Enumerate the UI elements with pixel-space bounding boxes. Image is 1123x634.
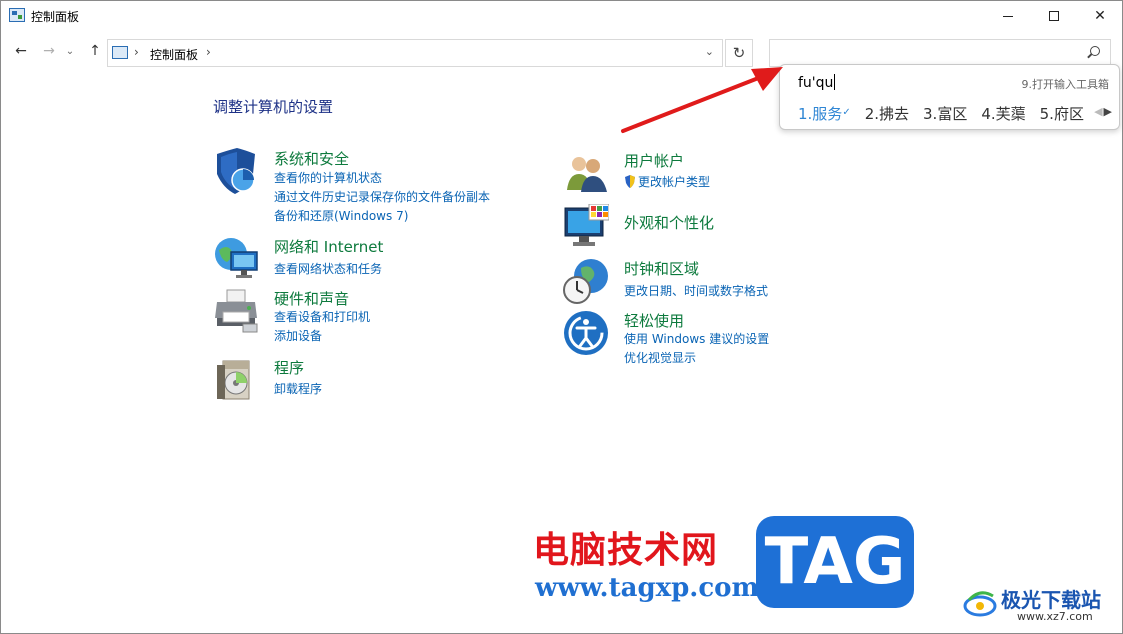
breadcrumb-control-panel[interactable]: 控制面板	[150, 46, 198, 63]
category-programs: 程序 卸载程序	[213, 357, 543, 403]
ime-candidate[interactable]: 4.芙蕖	[981, 103, 1025, 124]
site-url: www.xz7.com	[1017, 610, 1093, 623]
category-link[interactable]: 使用 Windows 建议的设置	[624, 330, 769, 347]
control-panel-icon	[9, 8, 25, 22]
category-link[interactable]: 通过文件历史记录保存你的文件备份副本	[274, 188, 490, 205]
search-icon[interactable]	[1090, 46, 1100, 56]
watermark-text: 电脑技术网	[533, 530, 719, 571]
ime-toolbox-hint[interactable]: 9.打开输入工具箱	[1022, 76, 1110, 92]
forward-button[interactable]: →	[39, 41, 59, 61]
ime-candidate[interactable]: 3.富区	[923, 103, 967, 124]
maximize-icon	[1049, 11, 1059, 21]
title-bar: 控制面板 ✕	[1, 1, 1122, 31]
watermark-tag-logo: TAG	[756, 516, 914, 608]
minimize-button[interactable]	[985, 1, 1031, 31]
printer-icon[interactable]	[213, 288, 259, 334]
category-title[interactable]: 程序	[274, 357, 304, 378]
category-link[interactable]: 查看设备和打印机	[274, 308, 370, 325]
page-title: 调整计算机的设置	[213, 98, 334, 116]
ime-candidate[interactable]: 2.拂去	[865, 103, 909, 124]
minimize-icon	[1003, 15, 1013, 17]
category-link[interactable]: 查看你的计算机状态	[274, 169, 382, 186]
text-caret	[834, 74, 836, 90]
close-icon: ✕	[1094, 8, 1106, 24]
category-link[interactable]: 优化视觉显示	[624, 349, 696, 366]
category-ease-of-access: 轻松使用 使用 Windows 建议的设置 优化视觉显示	[563, 310, 863, 366]
category-link[interactable]: 备份和还原(Windows 7)	[274, 207, 408, 224]
watermark-url: www.tagxp.com	[535, 573, 760, 603]
category-clock-region: 时钟和区域 更改日期、时间或数字格式	[563, 258, 863, 304]
control-panel-small-icon	[112, 46, 128, 59]
category-title[interactable]: 网络和 Internet	[274, 236, 383, 257]
page-prev-icon[interactable]: ◀	[1094, 105, 1103, 118]
category-title[interactable]: 用户帐户	[624, 150, 684, 171]
control-panel-window: 控制面板 ✕ ← → ⌄ ↑ › 控制面板 › ⌄ ↻ fu'qu 9.打开输入…	[0, 0, 1123, 634]
refresh-icon: ↻	[732, 44, 746, 62]
category-appearance: 外观和个性化	[563, 204, 863, 250]
ime-candidate-list: 1.服务✓ 2.拂去 3.富区 4.芙蕖 5.府区	[798, 103, 1084, 124]
ime-candidate[interactable]: 1.服务✓	[798, 103, 851, 124]
breadcrumb-chevron-icon[interactable]: ›	[206, 45, 211, 59]
category-link[interactable]: 更改帐户类型	[624, 173, 710, 190]
arrow-left-icon: ←	[15, 43, 27, 59]
search-input[interactable]	[769, 39, 1111, 67]
ime-candidate-window: fu'qu 9.打开输入工具箱 1.服务✓ 2.拂去 3.富区 4.芙蕖 5.府…	[779, 64, 1120, 130]
category-link[interactable]: 更改日期、时间或数字格式	[624, 282, 768, 299]
clock-globe-icon[interactable]	[563, 258, 609, 304]
programs-disc-icon[interactable]	[213, 357, 259, 403]
back-button[interactable]: ←	[11, 41, 31, 61]
page-next-icon[interactable]: ▶	[1104, 105, 1113, 118]
site-logo-icon	[963, 591, 997, 617]
category-title[interactable]: 外观和个性化	[624, 212, 714, 233]
category-hardware-sound: 硬件和声音 查看设备和打印机 添加设备	[213, 288, 543, 343]
up-button[interactable]: ↑	[85, 41, 105, 61]
address-dropdown-icon[interactable]: ⌄	[705, 45, 714, 58]
ime-candidate[interactable]: 5.府区	[1040, 103, 1084, 124]
arrow-up-icon: ↑	[89, 43, 101, 59]
window-title: 控制面板	[31, 10, 80, 24]
site-name: 极光下载站	[1001, 588, 1101, 612]
category-title[interactable]: 硬件和声音	[274, 288, 349, 309]
close-button[interactable]: ✕	[1077, 1, 1123, 31]
category-link[interactable]: 查看网络状态和任务	[274, 260, 382, 277]
category-title[interactable]: 系统和安全	[274, 148, 349, 169]
arrow-right-icon: →	[43, 43, 55, 59]
ime-composition: fu'qu	[798, 74, 836, 91]
security-shield-icon[interactable]	[213, 148, 259, 194]
recent-locations-button[interactable]: ⌄	[63, 41, 77, 61]
category-link[interactable]: 卸载程序	[274, 380, 322, 397]
monitor-icon[interactable]	[563, 204, 609, 250]
ime-page-arrows[interactable]: ◀▶	[1094, 105, 1113, 118]
chevron-down-icon: ⌄	[65, 45, 75, 57]
category-title[interactable]: 轻松使用	[624, 310, 684, 331]
ease-of-access-icon[interactable]	[563, 310, 609, 356]
category-network: 网络和 Internet 查看网络状态和任务	[213, 236, 543, 282]
uac-shield-icon	[625, 175, 635, 188]
category-title[interactable]: 时钟和区域	[624, 258, 699, 279]
check-icon: ✓	[842, 107, 851, 118]
breadcrumb-chevron-icon[interactable]: ›	[134, 45, 139, 59]
network-globe-icon[interactable]	[213, 236, 259, 282]
category-system-security: 系统和安全 查看你的计算机状态 通过文件历史记录保存你的文件备份副本 备份和还原…	[213, 148, 543, 228]
maximize-button[interactable]	[1031, 1, 1077, 31]
user-accounts-icon[interactable]	[563, 150, 609, 196]
annotation-arrow	[621, 67, 783, 133]
category-link[interactable]: 添加设备	[274, 327, 322, 344]
category-user-accounts: 用户帐户 更改帐户类型	[563, 150, 863, 196]
